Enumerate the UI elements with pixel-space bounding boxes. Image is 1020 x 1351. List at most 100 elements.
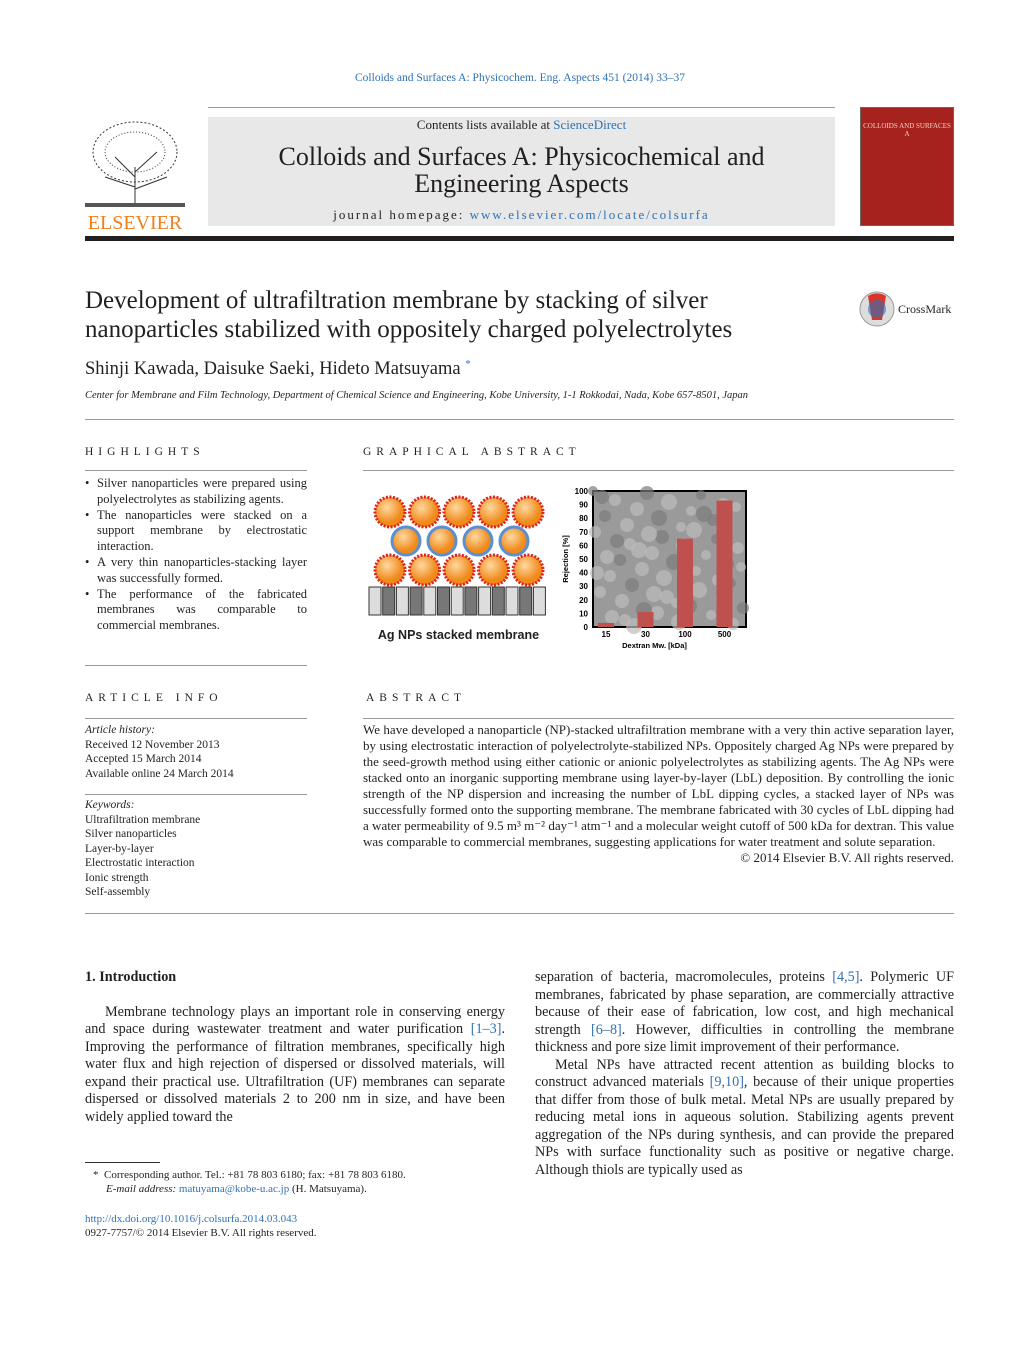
y-tick-label: 60 bbox=[579, 541, 588, 550]
issn-copyright: 0927-7757/© 2014 Elsevier B.V. All right… bbox=[85, 1227, 317, 1239]
figure-label: Ag NPs stacked membrane bbox=[377, 628, 540, 642]
sem-grain bbox=[600, 550, 614, 564]
abstract-heading: Abstract bbox=[366, 692, 467, 704]
highlight-item: The nanoparticles were stacked on a supp… bbox=[85, 508, 307, 555]
article-history: Article history: Received 12 November 20… bbox=[85, 724, 234, 780]
header-rule bbox=[85, 236, 954, 241]
support-membrane-pore bbox=[382, 586, 396, 616]
highlight-item: Silver nanoparticles were prepared using… bbox=[85, 476, 307, 508]
sem-grain bbox=[732, 542, 744, 554]
abstract-text: We have developed a nanoparticle (NP)-st… bbox=[363, 722, 954, 865]
sem-grain bbox=[641, 526, 657, 542]
crossmark-icon bbox=[859, 291, 895, 327]
citation-link[interactable]: [4,5] bbox=[832, 969, 859, 985]
sem-grain bbox=[590, 566, 604, 580]
sem-grain bbox=[604, 570, 616, 582]
divider bbox=[85, 794, 307, 795]
elsevier-logo: ELSEVIER bbox=[85, 117, 185, 233]
x-tick-label: 500 bbox=[718, 630, 732, 639]
y-tick-label: 40 bbox=[579, 569, 588, 578]
nanoparticle bbox=[442, 553, 476, 587]
sem-grain bbox=[691, 582, 707, 598]
sem-grain bbox=[594, 586, 606, 598]
nanoparticle bbox=[442, 495, 476, 529]
sem-grain bbox=[646, 586, 662, 602]
sem-grain bbox=[610, 534, 624, 548]
sem-grain bbox=[686, 506, 696, 516]
citation-link[interactable]: [9,10] bbox=[710, 1074, 744, 1090]
nanoparticle bbox=[373, 553, 407, 587]
sem-grain bbox=[589, 526, 601, 538]
homepage-link[interactable]: www.elsevier.com/locate/colsurfa bbox=[470, 207, 710, 222]
email-link[interactable]: matuyama@kobe-u.ac.jp bbox=[179, 1183, 289, 1195]
sem-grain bbox=[620, 518, 634, 532]
nanoparticle bbox=[373, 495, 407, 529]
sem-grain bbox=[701, 550, 711, 560]
article-title: Development of ultrafiltration membrane … bbox=[85, 287, 733, 343]
support-membrane-pore bbox=[464, 586, 478, 616]
citation-link[interactable]: [6–8] bbox=[591, 1022, 622, 1038]
sem-grain bbox=[640, 486, 654, 500]
doi-link[interactable]: http://dx.doi.org/10.1016/j.colsurfa.201… bbox=[85, 1213, 297, 1225]
graphical-abstract-figure: Ag NPs stacked membrane bbox=[366, 488, 556, 648]
sem-grain bbox=[595, 490, 609, 504]
highlights-list: Silver nanoparticles were prepared using… bbox=[85, 476, 307, 634]
sem-grain bbox=[656, 570, 672, 586]
y-tick-label: 70 bbox=[579, 528, 588, 537]
affiliation: Center for Membrane and Film Technology,… bbox=[85, 390, 749, 401]
citation-link[interactable]: [1–3] bbox=[471, 1021, 502, 1037]
x-axis-label: Dextran Mw. [kDa] bbox=[622, 641, 687, 650]
sem-grain bbox=[645, 546, 659, 560]
sem-grain bbox=[625, 578, 639, 592]
abstract-copyright: © 2014 Elsevier B.V. All rights reserved… bbox=[740, 850, 954, 865]
sem-grain bbox=[635, 562, 649, 576]
y-tick-label: 50 bbox=[579, 555, 588, 564]
bar-100 bbox=[677, 538, 693, 627]
x-tick-label: 100 bbox=[678, 630, 692, 639]
journal-reference[interactable]: Colloids and Surfaces A: Physicochem. En… bbox=[0, 72, 1020, 84]
divider bbox=[85, 470, 307, 471]
sem-grain bbox=[661, 494, 677, 510]
x-tick-label: 30 bbox=[641, 630, 650, 639]
y-tick-label: 0 bbox=[584, 623, 589, 632]
divider bbox=[85, 913, 954, 914]
nanoparticle bbox=[408, 495, 441, 529]
sem-grain bbox=[737, 602, 749, 614]
nanoparticle bbox=[408, 553, 441, 587]
author-footnote-mark[interactable]: * bbox=[465, 358, 471, 370]
crossmark-badge[interactable]: CrossMark bbox=[858, 290, 951, 328]
y-tick-label: 10 bbox=[579, 609, 588, 618]
rejection-bar-chart: 0 10 20 30 40 50 60 70 80 90 100 15 30 100 500 Dextran … bbox=[561, 486, 749, 650]
keywords: Keywords: Ultrafiltration membrane Silver… bbox=[85, 799, 201, 898]
sem-grain bbox=[676, 522, 686, 532]
intro-left-column: 1. Introduction Membrane technology play… bbox=[85, 969, 505, 1125]
support-membrane-pore bbox=[532, 586, 546, 616]
homepage-label: journal homepage: bbox=[333, 207, 470, 222]
support-membrane-pore bbox=[519, 586, 533, 616]
y-axis-label: Rejection [%] bbox=[561, 535, 570, 583]
divider bbox=[363, 718, 954, 719]
sciencedirect-link[interactable]: ScienceDirect bbox=[553, 117, 626, 132]
nanoparticle bbox=[426, 525, 458, 557]
y-tick-label: 20 bbox=[579, 596, 588, 605]
divider bbox=[208, 107, 835, 108]
divider bbox=[363, 470, 954, 471]
sem-grain bbox=[736, 562, 746, 572]
sem-grain bbox=[651, 510, 667, 526]
bar-15 bbox=[598, 622, 614, 627]
divider bbox=[85, 419, 954, 420]
sem-grain bbox=[599, 510, 611, 522]
sem-grain bbox=[696, 490, 706, 500]
nanoparticle bbox=[477, 553, 510, 587]
y-tick-label: 100 bbox=[575, 487, 589, 496]
x-tick-label: 15 bbox=[602, 630, 611, 639]
sem-grain bbox=[605, 610, 619, 624]
support-membrane-pore bbox=[368, 586, 382, 616]
sem-grain bbox=[706, 610, 716, 620]
bar-30 bbox=[637, 612, 654, 627]
support-membrane-pore bbox=[409, 586, 423, 616]
sem-grain bbox=[614, 554, 626, 566]
journal-header: Contents lists available at ScienceDirec… bbox=[208, 117, 835, 226]
footnote-divider bbox=[85, 1162, 160, 1163]
nanoparticle bbox=[477, 495, 510, 529]
